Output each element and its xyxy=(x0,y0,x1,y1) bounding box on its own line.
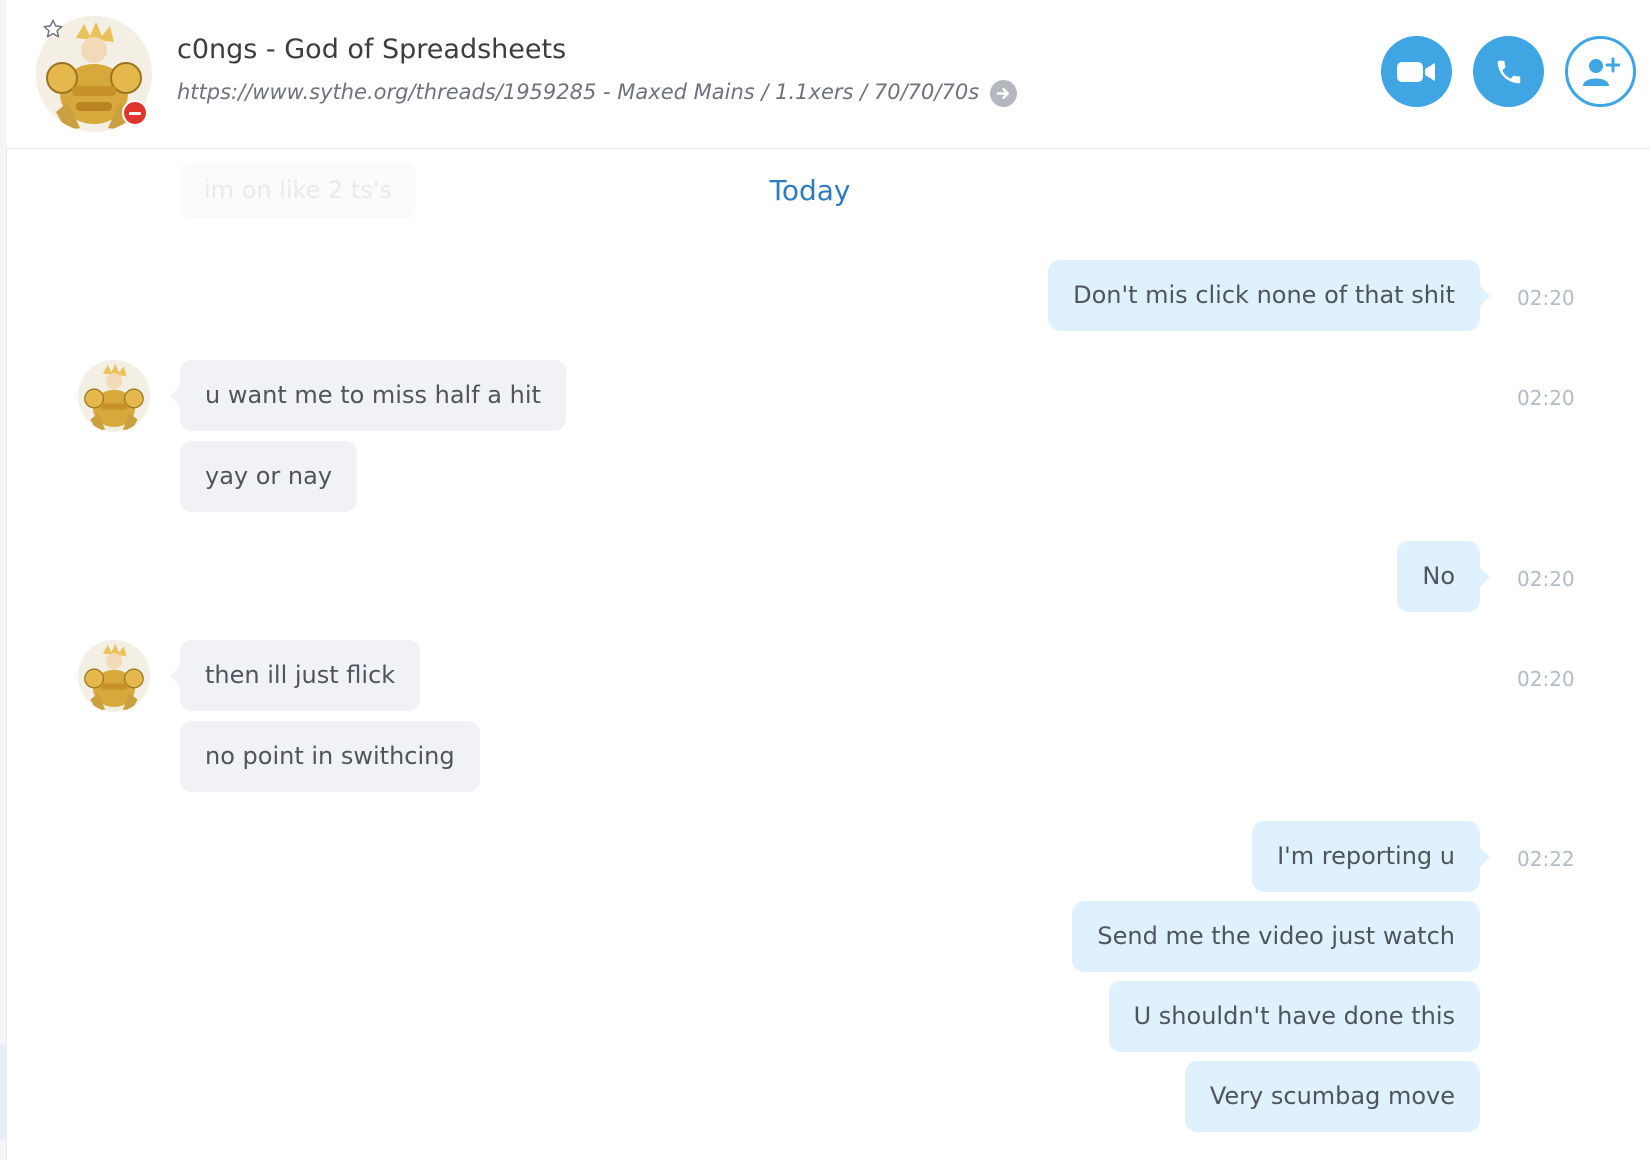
outgoing-message[interactable]: Don't mis click none of that shit xyxy=(1048,260,1490,331)
left-panel-scroll-mark xyxy=(0,1045,6,1140)
contact-mood-message[interactable]: https://www.sythe.org/threads/1959285 - … xyxy=(177,80,979,104)
date-divider: Today xyxy=(769,174,851,207)
message-timestamp: 02:20 xyxy=(1517,567,1575,591)
avatar-image xyxy=(78,360,150,432)
outgoing-message[interactable]: No xyxy=(1397,541,1490,612)
incoming-message[interactable]: u want me to miss half a hit xyxy=(170,360,566,431)
incoming-message[interactable]: yay or nay xyxy=(180,441,358,512)
outgoing-message[interactable]: Very scumbag move xyxy=(1184,1061,1480,1132)
incoming-message[interactable]: then ill just flick xyxy=(169,640,421,711)
contact-name[interactable]: c0ngs - God of Spreadsheets xyxy=(177,34,566,65)
message-timestamp: 02:22 xyxy=(1517,847,1575,871)
add-people-button[interactable] xyxy=(1565,36,1636,107)
video-call-button[interactable] xyxy=(1381,36,1452,107)
busy-status-icon xyxy=(122,100,148,126)
conversation-header: c0ngs - God of Spreadsheets https://www.… xyxy=(6,0,1650,149)
arrow-right-circle-icon[interactable] xyxy=(990,80,1017,107)
avatar-image xyxy=(78,640,150,712)
audio-call-button[interactable] xyxy=(1473,36,1544,107)
incoming-message[interactable]: no point in swithcing xyxy=(180,721,480,792)
contact-message-avatar[interactable] xyxy=(78,360,150,432)
contact-message-avatar[interactable] xyxy=(78,640,150,712)
message-timestamp: 02:20 xyxy=(1517,667,1575,691)
message-timestamp: 02:20 xyxy=(1517,286,1575,310)
outgoing-message[interactable]: Send me the video just watch xyxy=(1072,901,1480,972)
outgoing-message[interactable]: U shouldn't have done this xyxy=(1108,981,1480,1052)
video-camera-icon xyxy=(1396,61,1435,82)
add-person-icon xyxy=(1582,57,1620,86)
phone-icon xyxy=(1497,60,1520,83)
outgoing-message[interactable]: I'm reporting u xyxy=(1252,821,1490,892)
message-timestamp: 02:20 xyxy=(1517,386,1575,410)
star-outline-icon[interactable] xyxy=(42,18,64,45)
